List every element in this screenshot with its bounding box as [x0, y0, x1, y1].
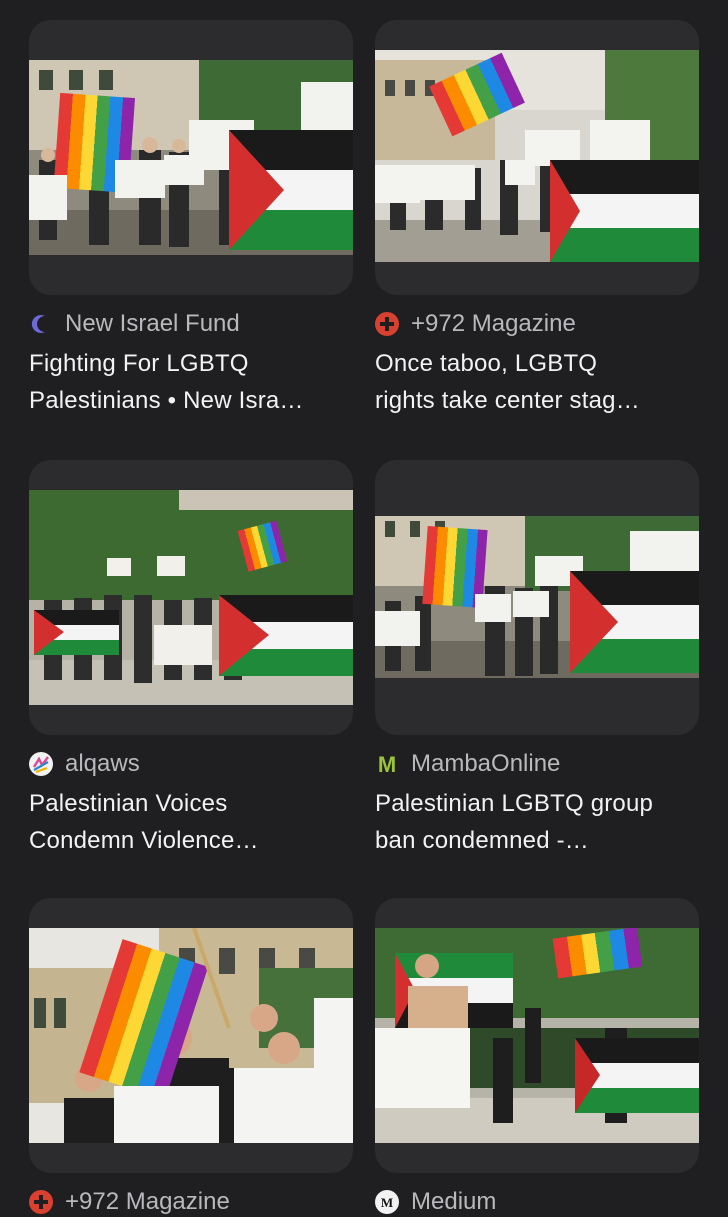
result-source[interactable]: M MambaOnline — [375, 749, 699, 779]
mamba-m-icon: M — [375, 752, 399, 776]
result-image[interactable] — [375, 928, 699, 1143]
result-title[interactable]: Palestinian LGBTQ group ban condemned -… — [375, 785, 699, 859]
result-source[interactable]: alqaws — [29, 749, 353, 779]
result-card[interactable]: M MambaOnline Palestinian LGBTQ group ban… — [375, 460, 699, 859]
title-line: Condemn Violence… — [29, 827, 259, 854]
result-card[interactable]: M Medium — [375, 898, 699, 1217]
thumbnail-frame[interactable] — [29, 20, 353, 295]
source-name: +972 Magazine — [65, 1188, 230, 1215]
source-name: +972 Magazine — [411, 310, 576, 337]
thumbnail-frame[interactable] — [375, 20, 699, 295]
result-title[interactable]: Fighting For LGBTQ Palestinians • New Isr… — [29, 345, 353, 419]
title-line: ban condemned -… — [375, 827, 589, 854]
plus-circle-icon — [29, 1190, 53, 1214]
result-title[interactable]: Once taboo, LGBTQ rights take center stag… — [375, 345, 699, 419]
source-name: MambaOnline — [411, 750, 561, 777]
result-image[interactable] — [29, 928, 353, 1143]
result-card[interactable]: +972 Magazine Once taboo, LGBTQ rights ta… — [375, 20, 699, 419]
thumbnail-frame[interactable] — [29, 898, 353, 1173]
result-card[interactable]: alqaws Palestinian Voices Condemn Violenc… — [29, 460, 353, 859]
alqaws-logo-icon — [29, 752, 53, 776]
source-name: Medium — [411, 1188, 497, 1215]
result-title[interactable]: Palestinian Voices Condemn Violence… — [29, 785, 353, 859]
title-line: Palestinian LGBTQ group — [375, 790, 654, 817]
title-line: rights take center stag… — [375, 387, 640, 414]
result-image[interactable] — [375, 50, 699, 262]
result-card[interactable]: New Israel Fund Fighting For LGBTQ Palest… — [29, 20, 353, 419]
result-card[interactable]: +972 Magazine — [29, 898, 353, 1217]
title-line: Once taboo, LGBTQ — [375, 350, 598, 377]
title-line: Fighting For LGBTQ — [29, 350, 249, 377]
title-line: Palestinian Voices — [29, 790, 228, 817]
svg-text:M: M — [378, 752, 396, 776]
result-image[interactable] — [29, 60, 353, 255]
moon-icon — [29, 312, 53, 336]
thumbnail-frame[interactable] — [29, 460, 353, 735]
svg-text:M: M — [381, 1195, 393, 1210]
thumbnail-frame[interactable] — [375, 898, 699, 1173]
source-name: alqaws — [65, 750, 140, 777]
result-source[interactable]: New Israel Fund — [29, 309, 353, 339]
thumbnail-frame[interactable] — [375, 460, 699, 735]
result-source[interactable]: +972 Magazine — [375, 309, 699, 339]
result-image[interactable] — [29, 490, 353, 705]
result-source[interactable]: M Medium — [375, 1187, 699, 1217]
plus-circle-icon — [375, 312, 399, 336]
title-line: Palestinians • New Isra… — [29, 387, 304, 414]
source-name: New Israel Fund — [65, 310, 240, 337]
result-source[interactable]: +972 Magazine — [29, 1187, 353, 1217]
result-image[interactable] — [375, 516, 699, 678]
medium-logo-icon: M — [375, 1190, 399, 1214]
